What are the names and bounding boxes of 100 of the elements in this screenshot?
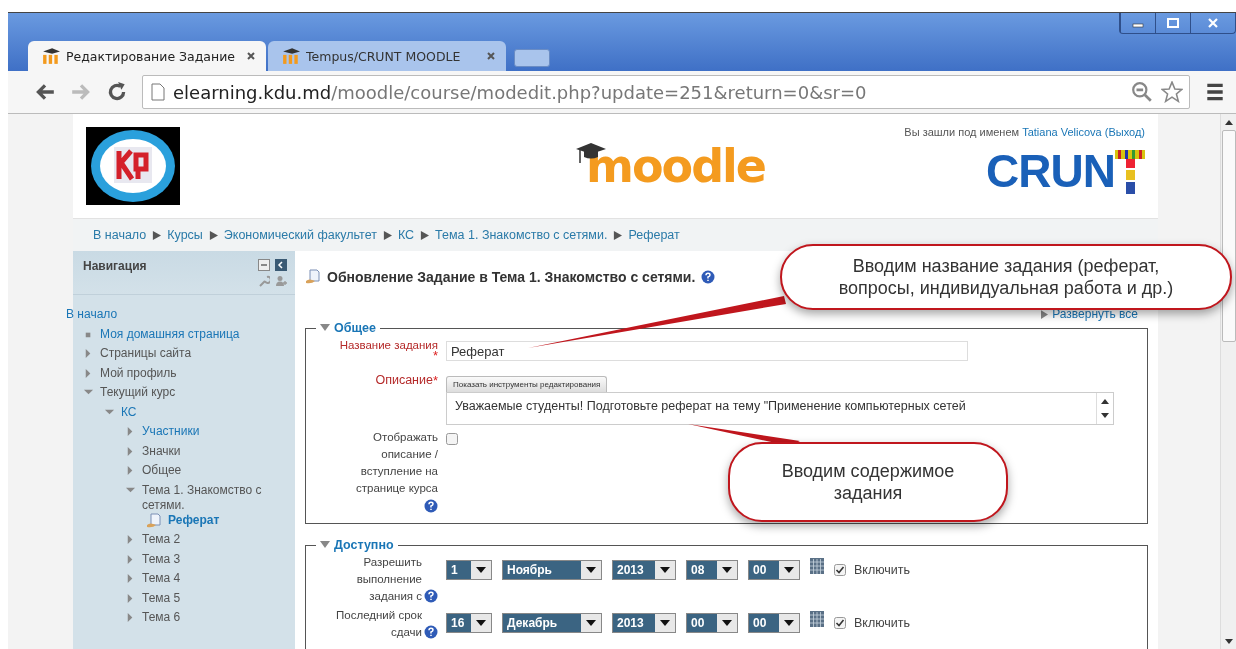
nav-item[interactable]: КС	[121, 404, 137, 420]
dropdown[interactable]: 00	[686, 613, 738, 633]
section-toggle-icon[interactable]	[320, 541, 330, 549]
calendar-icon[interactable]	[810, 611, 824, 627]
block-title: Навигация	[83, 259, 147, 275]
nav-item[interactable]: Моя домашняя страница	[100, 326, 240, 342]
add-user-icon[interactable]	[275, 275, 287, 287]
separator-icon	[152, 230, 162, 240]
dropdown[interactable]: Декабрь	[502, 613, 602, 633]
caret-icon	[476, 567, 486, 573]
caret-icon	[476, 620, 486, 626]
caret-icon	[586, 620, 596, 626]
nav-item[interactable]: Мой профиль	[100, 365, 177, 381]
annotation-callout: Вводим название задания (реферат, вопросы, индивидуальная работа и др.)	[780, 244, 1232, 310]
nav-item[interactable]: Тема 3	[142, 551, 181, 567]
field-label: Отображать описание / вступление на странице курса	[355, 430, 438, 496]
browser-tab[interactable]: Tempus/CRUNT MOODLE	[268, 41, 506, 71]
nav-item[interactable]: В начало	[66, 307, 118, 322]
dropdown[interactable]: 00	[748, 560, 800, 580]
section-toggle-icon[interactable]	[320, 324, 330, 332]
assignment-icon	[305, 269, 321, 285]
dropdown[interactable]: 2013	[612, 560, 676, 580]
new-tab-button[interactable]	[514, 49, 550, 67]
help-icon[interactable]	[424, 625, 438, 639]
page-icon	[151, 83, 165, 101]
annotation-callout: Вводим содержимое задания	[728, 442, 1008, 522]
breadcrumb-link[interactable]: Реферат	[628, 228, 680, 242]
nav-item[interactable]: Тема 4	[142, 571, 181, 586]
nav-item[interactable]: Текущий курс	[100, 385, 176, 400]
separator-icon	[420, 230, 430, 240]
help-icon[interactable]	[424, 499, 438, 513]
field-label: Разрешить выполнение задания с	[355, 555, 422, 604]
dropdown[interactable]: 08	[686, 560, 738, 580]
moodle-logo: moodle	[576, 139, 766, 193]
logout-link[interactable]: (Выход)	[1104, 126, 1145, 138]
field-label: Описание	[375, 373, 433, 387]
breadcrumb-link[interactable]: Курсы	[167, 228, 203, 242]
caret-icon	[660, 567, 670, 573]
nav-item[interactable]: Тема 5	[142, 590, 181, 606]
nav-item[interactable]: Тема 6	[142, 610, 181, 625]
breadcrumb-link[interactable]: Тема 1. Знакомство с сетями.	[435, 228, 608, 242]
nav-item[interactable]: Тема 2	[142, 532, 181, 547]
checkbox[interactable]	[446, 433, 458, 445]
assignment-name-field[interactable]: Реферат	[446, 341, 968, 361]
expand-all-link[interactable]: Развернуть все	[1052, 307, 1138, 321]
nav-item[interactable]: Участники	[142, 424, 200, 439]
browser-tab[interactable]: Редактирование Задание	[28, 41, 266, 71]
description-field[interactable]: Уважаемые студенты! Подготовьте реферат на тему "Применение компьютерных сетей	[446, 392, 1114, 425]
checkbox-label: Включить	[854, 614, 911, 632]
user-link[interactable]: Tatiana Velicova	[1022, 126, 1102, 138]
checkbox[interactable]	[834, 564, 846, 576]
dock-icon[interactable]	[275, 259, 287, 271]
breadcrumb-link[interactable]: КС	[397, 228, 415, 242]
scroll-down-icon[interactable]	[1223, 638, 1234, 646]
checkbox[interactable]	[834, 617, 846, 629]
close-icon	[1207, 18, 1219, 28]
nav-item[interactable]: Страницы сайта	[100, 346, 192, 361]
assignment-icon	[146, 512, 162, 529]
moodle-logo-icon	[42, 48, 60, 64]
nav-item[interactable]: Реферат	[168, 512, 220, 528]
dropdown[interactable]: 16	[446, 613, 492, 633]
star-icon[interactable]	[1161, 81, 1183, 103]
dropdown[interactable]: 2013	[612, 613, 676, 633]
dropdown[interactable]: Ноябрь	[502, 560, 602, 580]
show-editor-tools-button[interactable]: Показать инструменты редактирования	[446, 376, 608, 392]
caret-icon	[660, 620, 670, 626]
required-mark: *	[432, 351, 438, 361]
caret-icon	[722, 620, 732, 626]
dropdown[interactable]: 00	[748, 613, 800, 633]
moodle-logo-icon	[282, 48, 300, 64]
caret-icon	[586, 567, 596, 573]
address-bar[interactable]: elearning.kdu.md/moodle/course/modedit.php?update=251&return=0&sr=0	[142, 75, 1190, 109]
checkbox-label: Включить	[854, 561, 911, 579]
help-icon[interactable]	[701, 270, 716, 284]
collapse-icon[interactable]	[258, 259, 270, 271]
calendar-icon[interactable]	[810, 558, 824, 574]
separator-icon	[208, 230, 218, 240]
menu-icon[interactable]	[1204, 81, 1226, 103]
maximize-icon	[1167, 18, 1179, 28]
zoom-icon[interactable]	[1131, 81, 1153, 103]
section-title: Общее	[334, 321, 376, 335]
caret-icon	[722, 567, 732, 573]
reload-icon[interactable]	[106, 81, 128, 103]
expand-arrow-icon	[1041, 309, 1049, 319]
crunt-logo: CRUN	[986, 144, 1145, 198]
caret-icon	[784, 567, 794, 573]
nav-item[interactable]: Тема 1. Знакомство с сетями.	[142, 482, 292, 513]
scroll-up-icon[interactable]	[1223, 118, 1234, 126]
field-label: Последний срок сдачи	[335, 608, 422, 640]
nav-item[interactable]: Значки	[142, 443, 181, 459]
breadcrumb-link[interactable]: В начало	[93, 228, 147, 242]
close-icon[interactable]	[246, 51, 256, 61]
nav-item[interactable]: Общее	[142, 463, 182, 478]
wrench-icon[interactable]	[258, 275, 270, 287]
help-icon[interactable]	[424, 589, 438, 603]
scrollbar-thumb[interactable]	[1221, 130, 1236, 342]
breadcrumb-link[interactable]: Экономический факультет	[223, 228, 377, 242]
login-info: Вы зашли под именем Tatiana Velicova (Выход)	[904, 126, 1145, 138]
dropdown[interactable]: 1	[446, 560, 492, 580]
close-icon[interactable]	[486, 51, 496, 61]
